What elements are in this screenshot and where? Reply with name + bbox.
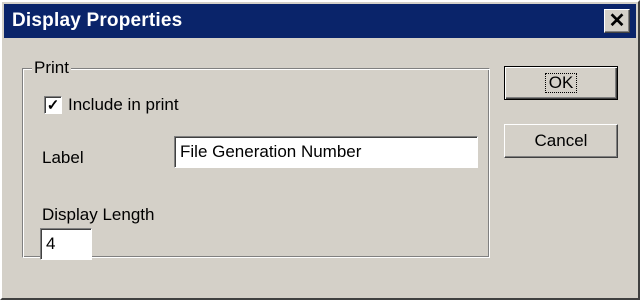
dialog-title: Display Properties	[12, 10, 183, 31]
cancel-button[interactable]: Cancel	[504, 124, 618, 158]
display-length-input[interactable]: 4	[40, 228, 92, 260]
close-icon: ✕	[608, 10, 626, 32]
include-in-print-checkbox[interactable]: ✓	[44, 96, 62, 114]
title-bar[interactable]: Display Properties ✕	[4, 4, 636, 38]
display-properties-dialog: Display Properties ✕ Print ✓ Include in …	[0, 0, 640, 300]
ok-button[interactable]: OK	[504, 66, 618, 100]
cancel-button-label: Cancel	[534, 131, 588, 150]
display-length-label: Display Length	[42, 205, 155, 224]
label-input[interactable]: File Generation Number	[174, 136, 478, 168]
print-group-label: Print	[32, 58, 71, 78]
include-in-print-label[interactable]: Include in print	[68, 95, 179, 115]
ok-button-label: OK	[544, 73, 578, 93]
close-button[interactable]: ✕	[604, 9, 630, 33]
checkmark-icon: ✓	[46, 96, 60, 114]
label-field-label: Label	[42, 148, 84, 167]
